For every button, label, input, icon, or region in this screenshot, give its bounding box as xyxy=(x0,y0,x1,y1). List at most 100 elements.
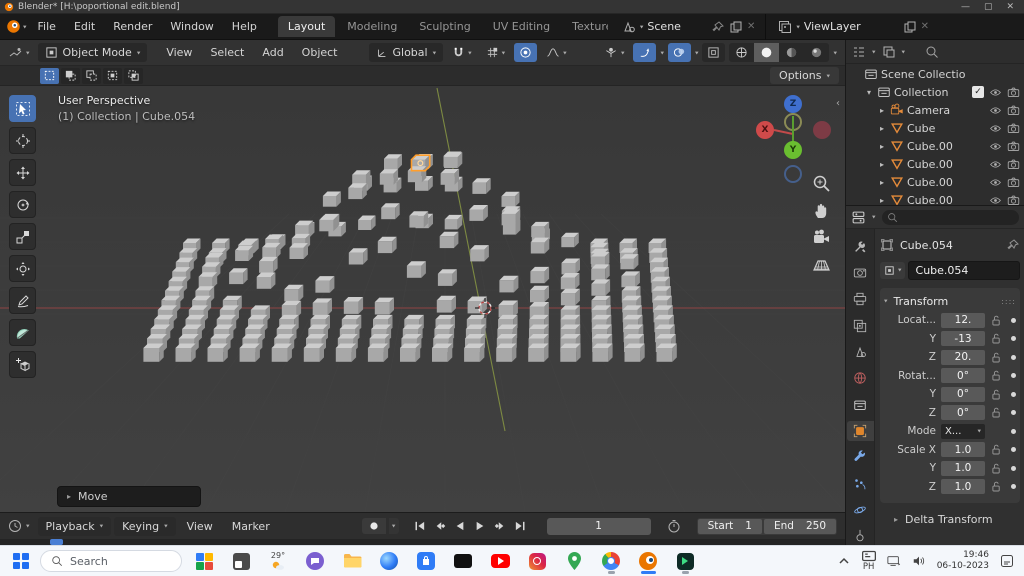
close-x-icon[interactable]: ✕ xyxy=(747,21,755,32)
cast-display-icon[interactable] xyxy=(887,554,901,568)
properties-tab-particles[interactable] xyxy=(847,474,874,493)
stopwatch-icon[interactable] xyxy=(667,519,681,533)
close-x-icon[interactable]: ✕ xyxy=(921,21,929,32)
properties-tab-physics[interactable] xyxy=(847,500,874,519)
shading-material-button[interactable] xyxy=(779,43,804,62)
taskbar-app-movies[interactable] xyxy=(673,548,697,574)
tab-sculpting[interactable]: Sculpting xyxy=(409,16,480,37)
next-keyframe-button[interactable] xyxy=(492,519,509,534)
eye-toggle-icon[interactable] xyxy=(989,158,1002,171)
menu-edit[interactable]: Edit xyxy=(65,17,104,36)
add-cube-tool-button[interactable] xyxy=(9,351,36,378)
lock-icon[interactable] xyxy=(990,333,1003,344)
gizmo-x-axis[interactable]: X xyxy=(756,121,774,139)
gizmos-toggle[interactable] xyxy=(633,43,656,62)
measure-tool-button[interactable] xyxy=(9,319,36,346)
taskbar-app-chat[interactable] xyxy=(303,548,327,574)
jump-end-button[interactable] xyxy=(512,519,529,534)
taskbar-search[interactable]: Search xyxy=(40,550,182,572)
disclosure-triangle-icon[interactable]: ▾ xyxy=(864,88,874,97)
lock-icon[interactable] xyxy=(990,407,1003,418)
eye-toggle-icon[interactable] xyxy=(989,176,1002,189)
animate-dot[interactable] xyxy=(1011,318,1016,323)
taskbar-app-chrome[interactable] xyxy=(599,548,623,574)
tab-texture-paint[interactable]: Texture Paint xyxy=(562,16,608,37)
properties-editor-icon[interactable] xyxy=(851,210,866,225)
shading-rendered-button[interactable] xyxy=(804,43,829,62)
chevron-down-icon[interactable]: ▾ xyxy=(902,48,906,54)
taskbar-app-darkapp[interactable] xyxy=(229,548,253,574)
chevron-down-icon[interactable]: ▾ xyxy=(872,48,876,54)
properties-tab-tool[interactable] xyxy=(847,237,874,256)
xray-toggle[interactable] xyxy=(702,43,725,62)
taskbar-app-blender[interactable] xyxy=(636,548,660,574)
checkbox-icon[interactable]: ✓ xyxy=(972,86,984,98)
eye-toggle-icon[interactable] xyxy=(989,86,1002,99)
outliner-row[interactable]: ▸Cube.00 xyxy=(846,137,1024,155)
taskbar-app-explorer[interactable] xyxy=(340,548,364,574)
cursor-tool-button[interactable] xyxy=(9,127,36,154)
proportional-edit-toggle[interactable] xyxy=(514,43,537,62)
chevron-down-icon[interactable]: ▾ xyxy=(26,49,30,55)
mode-selector[interactable]: Object Mode ▾ xyxy=(38,43,148,62)
value-slider[interactable]: 1.0 xyxy=(941,479,985,494)
value-slider[interactable]: 20. xyxy=(941,350,985,365)
notification-center-icon[interactable] xyxy=(1000,554,1014,568)
transform-panel-header[interactable]: ▾ Transform :::: xyxy=(884,291,1016,311)
viewlayer-name[interactable]: ViewLayer xyxy=(804,20,861,33)
chevron-down-icon[interactable]: ▾ xyxy=(872,214,876,220)
keying-dropdown[interactable]: ▾ xyxy=(389,518,399,534)
viewport-menu-view[interactable]: View xyxy=(157,43,201,62)
outliner-filter-icon[interactable] xyxy=(882,45,896,59)
gizmo-y-axis[interactable]: Y xyxy=(784,141,802,159)
chevron-down-icon[interactable]: ▾ xyxy=(660,49,664,55)
transform-tool-button[interactable] xyxy=(9,255,36,282)
select-mode-new[interactable] xyxy=(40,68,59,84)
camera-toggle-icon[interactable] xyxy=(1007,140,1020,153)
current-frame-field[interactable]: 1 xyxy=(547,518,651,535)
chevron-down-icon[interactable]: ▾ xyxy=(26,523,30,529)
animate-dot[interactable] xyxy=(1011,484,1016,489)
pin-icon[interactable] xyxy=(1006,238,1020,252)
taskbar-app-maps[interactable] xyxy=(562,548,586,574)
search-icon[interactable] xyxy=(925,45,939,59)
minimize-icon[interactable]: — xyxy=(961,2,970,12)
object-name-field[interactable]: Cube.054 xyxy=(908,261,1020,280)
taskbar-app-instagram[interactable] xyxy=(525,548,549,574)
snap-toggle[interactable]: ▾ xyxy=(447,43,477,62)
properties-tab-object[interactable] xyxy=(847,421,874,440)
select-mode-invert[interactable] xyxy=(103,68,122,84)
new-copy-icon[interactable] xyxy=(903,20,917,34)
visibility-dropdown[interactable]: ▾ xyxy=(599,43,630,62)
lock-icon[interactable] xyxy=(990,352,1003,363)
object-data-icon[interactable]: ▾ xyxy=(880,262,905,279)
blender-logo-icon[interactable] xyxy=(6,19,21,34)
maximize-icon[interactable]: ▢ xyxy=(984,2,993,12)
outliner-row[interactable]: ▸Cube.00 xyxy=(846,173,1024,191)
lock-icon[interactable] xyxy=(990,463,1003,474)
move-tool-button[interactable] xyxy=(9,159,36,186)
animate-dot[interactable] xyxy=(1011,392,1016,397)
snap-target[interactable]: ▾ xyxy=(481,43,511,62)
taskbar-app-edge[interactable] xyxy=(377,548,401,574)
breadcrumb-object-name[interactable]: Cube.054 xyxy=(900,239,953,252)
rotate-tool-button[interactable] xyxy=(9,191,36,218)
value-slider[interactable]: 0° xyxy=(941,387,985,402)
viewport-camera-view-button[interactable] xyxy=(812,228,831,247)
timeline-editor-icon[interactable] xyxy=(8,519,22,533)
gizmo-z-axis[interactable]: Z xyxy=(784,95,802,113)
annotate-tool-button[interactable] xyxy=(9,287,36,314)
select-mode-extend[interactable] xyxy=(61,68,80,84)
taskbar-app-youtube[interactable] xyxy=(488,548,512,574)
select-mode-intersect[interactable] xyxy=(124,68,143,84)
play-reverse-button[interactable] xyxy=(452,519,469,534)
camera-toggle-icon[interactable] xyxy=(1007,176,1020,189)
editor-type-icon[interactable] xyxy=(8,46,22,60)
properties-tab-viewlayer[interactable] xyxy=(847,316,874,335)
rotation-mode-dropdown[interactable]: X...▾ xyxy=(941,424,985,439)
value-slider[interactable]: 0° xyxy=(941,405,985,420)
animate-dot[interactable] xyxy=(1011,355,1016,360)
lock-icon[interactable] xyxy=(990,370,1003,381)
operator-panel[interactable]: ▸ Move xyxy=(57,486,201,507)
disclosure-triangle-icon[interactable]: ▸ xyxy=(877,124,887,133)
